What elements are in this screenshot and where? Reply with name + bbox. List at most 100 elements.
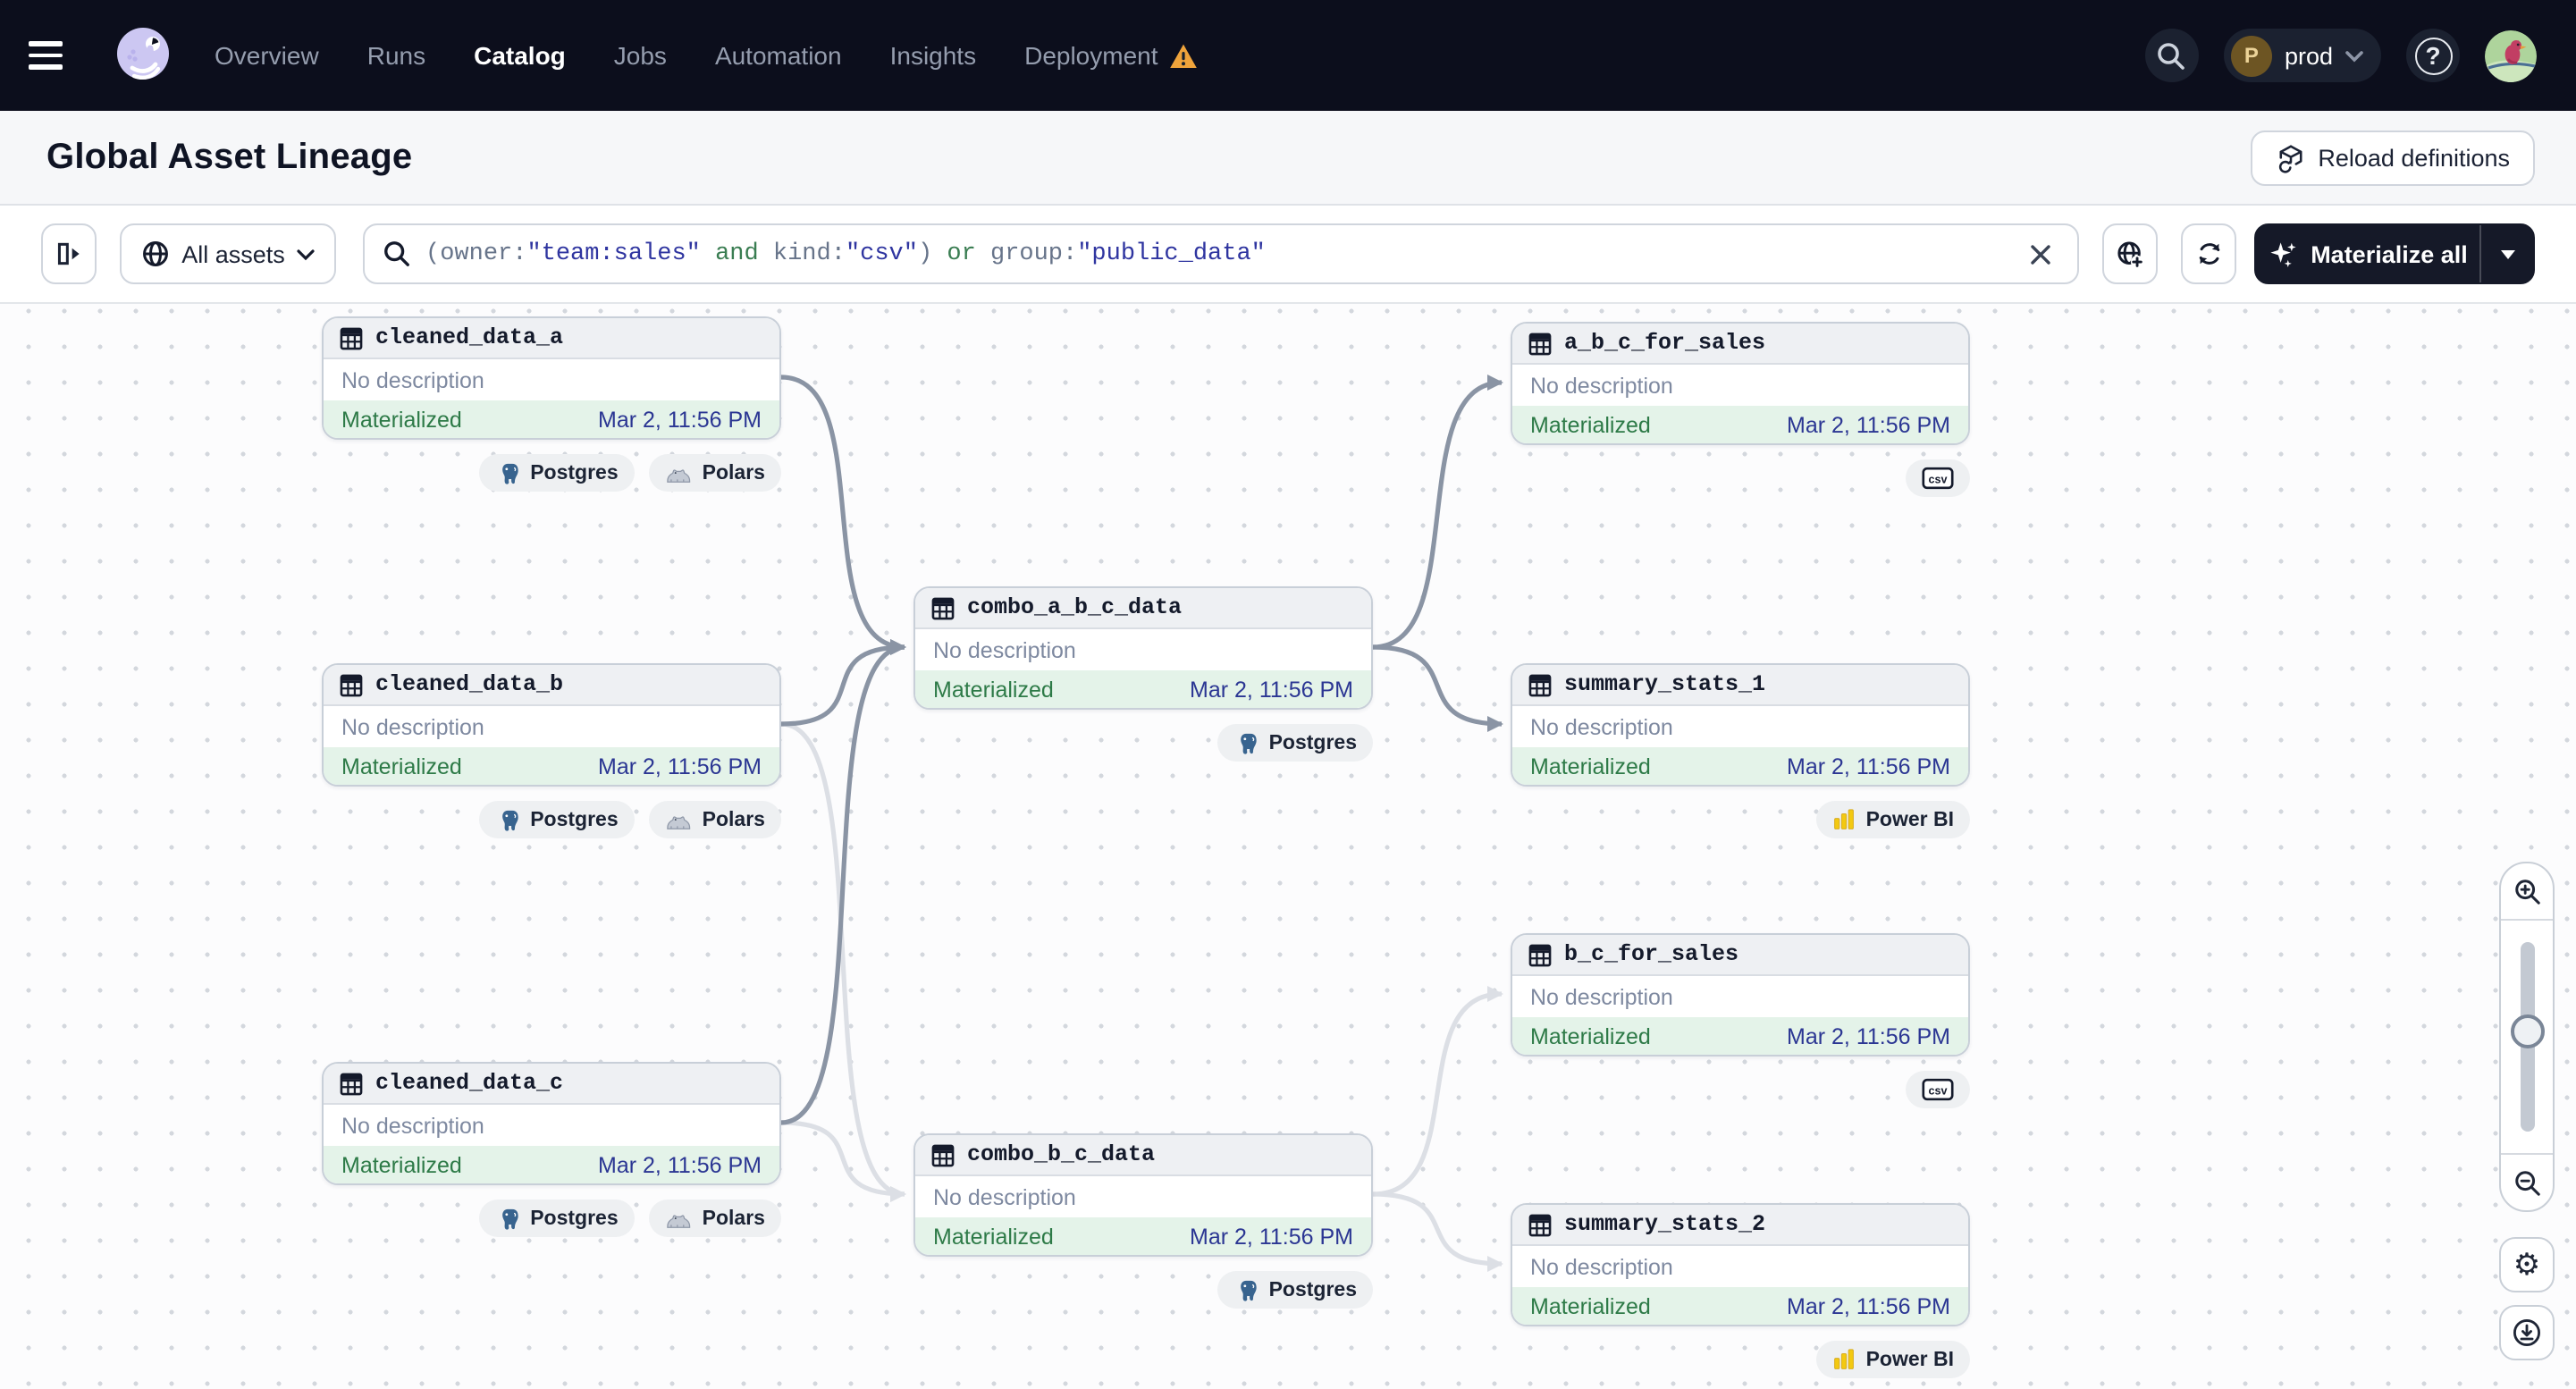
- graph-settings-button[interactable]: ⚙: [2499, 1237, 2555, 1292]
- table-icon: [931, 596, 955, 619]
- asset-node-a_b_c_for_sales[interactable]: a_b_c_for_sales No description Materialize…: [1511, 322, 1970, 445]
- asset-scope-dropdown[interactable]: All assets: [120, 223, 336, 284]
- tag-chip-powerbi[interactable]: Power BI: [1815, 1341, 1970, 1378]
- asset-timestamp: Mar 2, 11:56 PM: [598, 753, 762, 779]
- clear-search-button[interactable]: [2020, 234, 2059, 274]
- tag-chip-csv[interactable]: csv: [1906, 1071, 1970, 1108]
- asset-tag-row: Power BI: [1511, 801, 1970, 838]
- asset-name: cleaned_data_c: [375, 1071, 564, 1096]
- tag-label: Postgres: [530, 462, 619, 484]
- asset-description: No description: [933, 637, 1076, 662]
- asset-status-row: Materialized Mar 2, 11:56 PM: [1512, 1017, 1968, 1055]
- zoom-in-button[interactable]: [2501, 863, 2553, 919]
- tag-chip-powerbi[interactable]: Power BI: [1815, 801, 1970, 838]
- edge-cleaned_data_b-to-combo_a_b_c_data: [780, 639, 906, 727]
- asset-timestamp: Mar 2, 11:56 PM: [1787, 1293, 1950, 1318]
- globe-plus-icon: [2117, 240, 2144, 268]
- zoom-in-icon: [2514, 879, 2539, 904]
- asset-node-cleaned_data_b[interactable]: cleaned_data_b No description Materialized…: [322, 663, 781, 787]
- search-button[interactable]: [2144, 29, 2199, 82]
- tag-chip-postgres[interactable]: Postgres: [1216, 1271, 1373, 1309]
- nav-item-insights[interactable]: Insights: [890, 41, 977, 70]
- asset-description: No description: [1530, 1254, 1673, 1279]
- download-image-button[interactable]: [2499, 1305, 2555, 1360]
- nav-item-jobs[interactable]: Jobs: [614, 41, 667, 70]
- asset-timestamp: Mar 2, 11:56 PM: [598, 1152, 762, 1177]
- asset-node-summary_stats_1[interactable]: summary_stats_1 No description Materialize…: [1511, 663, 1970, 787]
- materialize-options-button[interactable]: [2479, 225, 2533, 282]
- powerbi-icon: [1832, 808, 1856, 831]
- asset-status: Materialized: [1530, 412, 1651, 437]
- table-icon: [340, 673, 363, 696]
- asset-node-summary_stats_2[interactable]: summary_stats_2 No description Materialize…: [1511, 1203, 1970, 1326]
- help-button[interactable]: ?: [2406, 29, 2460, 82]
- asset-status: Materialized: [933, 1224, 1054, 1249]
- asset-description: No description: [933, 1184, 1076, 1209]
- powerbi-icon: [1832, 1348, 1856, 1371]
- asset-status-row: Materialized Mar 2, 11:56 PM: [324, 747, 779, 785]
- nav-item-overview[interactable]: Overview: [215, 41, 319, 70]
- tag-label: Postgres: [530, 1208, 619, 1229]
- table-icon: [1528, 332, 1552, 355]
- deployment-switcher[interactable]: P prod: [2223, 29, 2381, 82]
- asset-node-cleaned_data_c[interactable]: cleaned_data_c No description Materialized…: [322, 1062, 781, 1185]
- svg-text:csv: csv: [1928, 474, 1947, 486]
- user-avatar[interactable]: [2485, 29, 2537, 81]
- asset-name: combo_b_c_data: [967, 1142, 1156, 1167]
- tag-chip-polars[interactable]: Polars: [648, 454, 781, 492]
- edge-combo_b_c_data-to-b_c_for_sales: [1372, 986, 1503, 1197]
- asset-status-row: Materialized Mar 2, 11:56 PM: [915, 1217, 1371, 1255]
- tag-chip-polars[interactable]: Polars: [648, 1200, 781, 1237]
- zoom-slider-thumb[interactable]: [2510, 1014, 2544, 1048]
- materialize-all-button[interactable]: Materialize all: [2256, 225, 2479, 282]
- hamburger-menu-icon[interactable]: [29, 25, 89, 86]
- csv-icon: csv: [1922, 467, 1954, 490]
- tag-chip-postgres[interactable]: Postgres: [478, 801, 635, 838]
- svg-text:csv: csv: [1928, 1085, 1947, 1098]
- asset-name: b_c_for_sales: [1564, 942, 1739, 967]
- asset-graph-settings-button[interactable]: [2102, 223, 2158, 284]
- asset-name: summary_stats_1: [1564, 672, 1766, 697]
- refresh-button[interactable]: [2181, 223, 2236, 284]
- asset-node-header: summary_stats_2: [1512, 1205, 1968, 1246]
- polars-icon: [665, 1208, 692, 1229]
- asset-lineage-canvas[interactable]: cleaned_data_a No description Materialized…: [0, 304, 2576, 1389]
- zoom-panel: [2499, 862, 2555, 1212]
- asset-status-row: Materialized Mar 2, 11:56 PM: [1512, 747, 1968, 785]
- asset-status-row: Materialized Mar 2, 11:56 PM: [324, 400, 779, 438]
- nav-item-automation[interactable]: Automation: [715, 41, 842, 70]
- asset-tag-row: Postgres: [913, 1271, 1373, 1309]
- asset-node-cleaned_data_a[interactable]: cleaned_data_a No description Materialized…: [322, 316, 781, 440]
- tag-chip-csv[interactable]: csv: [1906, 459, 1970, 497]
- tag-chip-postgres[interactable]: Postgres: [478, 1200, 635, 1237]
- tag-chip-postgres[interactable]: Postgres: [478, 454, 635, 492]
- dagster-logo-icon[interactable]: [111, 23, 175, 88]
- edge-combo_a_b_c_data-to-a_b_c_for_sales: [1372, 375, 1503, 650]
- panel-toggle-icon: [56, 242, 79, 265]
- nav-item-catalog[interactable]: Catalog: [474, 41, 566, 70]
- table-icon: [340, 326, 363, 349]
- refresh-icon: [2198, 243, 2219, 265]
- reload-definitions-button[interactable]: Reload definitions: [2250, 130, 2535, 186]
- nav-item-label: Runs: [366, 41, 426, 70]
- tag-label: Postgres: [530, 809, 619, 830]
- asset-status: Materialized: [341, 753, 462, 779]
- open-left-panel-button[interactable]: [41, 223, 97, 284]
- search-icon: [384, 241, 409, 266]
- edge-cleaned_data_c-to-combo_b_c_data: [780, 1120, 906, 1202]
- nav-item-runs[interactable]: Runs: [367, 41, 425, 70]
- tag-chip-polars[interactable]: Polars: [648, 801, 781, 838]
- asset-description: No description: [1530, 373, 1673, 398]
- tag-chip-postgres[interactable]: Postgres: [1216, 724, 1373, 762]
- asset-status: Materialized: [341, 1152, 462, 1177]
- asset-node-combo_a_b_c_data[interactable]: combo_a_b_c_data No description Materializ…: [913, 586, 1373, 710]
- nav-item-deployment[interactable]: Deployment: [1024, 41, 1197, 70]
- asset-tag-row: Postgres: [913, 724, 1373, 762]
- asset-search-input[interactable]: (owner:"team:sales" and kind:"csv") or g…: [363, 223, 2079, 284]
- asset-node-combo_b_c_data[interactable]: combo_b_c_data No description Materialized…: [913, 1133, 1373, 1257]
- zoom-out-button[interactable]: [2501, 1155, 2553, 1210]
- asset-status: Materialized: [1530, 753, 1651, 779]
- tag-label: Power BI: [1865, 1349, 1954, 1370]
- asset-node-b_c_for_sales[interactable]: b_c_for_sales No description Materialized M…: [1511, 933, 1970, 1056]
- tag-label: Polars: [702, 462, 765, 484]
